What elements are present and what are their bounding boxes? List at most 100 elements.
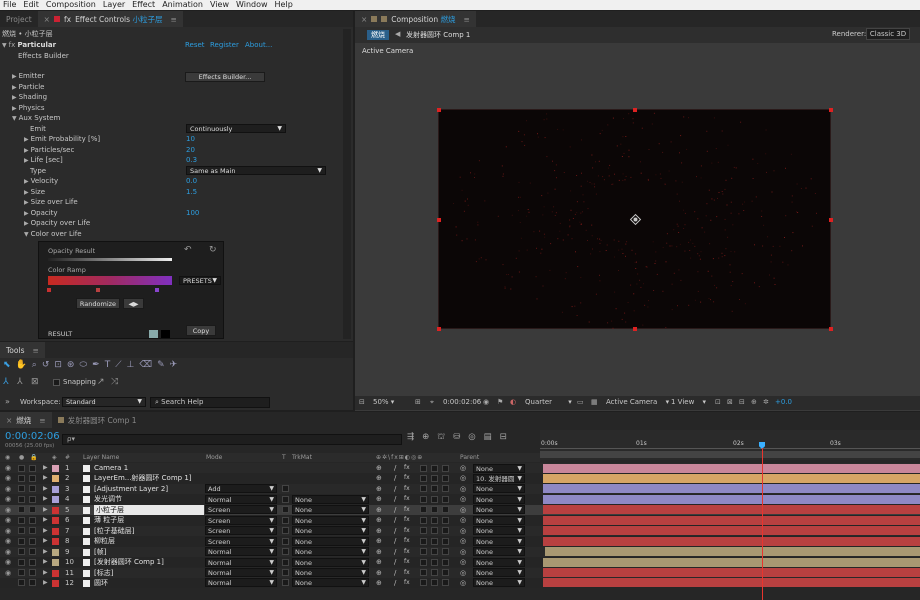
zoom-tool-icon[interactable]: ⌕ [32, 360, 37, 373]
effect-switch-icon[interactable]: fx [404, 484, 410, 494]
expand-triangle-icon[interactable]: ▶ [43, 547, 48, 557]
fast-preview-icon[interactable]: ⊠ [727, 396, 733, 409]
effect-switch-icon[interactable]: fx [404, 494, 410, 504]
mode-dropdown[interactable]: Add ▼ [205, 484, 277, 494]
emit-dropdown[interactable]: Continuously ▼ [186, 124, 286, 133]
visibility-eye-icon[interactable]: ◉ [5, 494, 11, 504]
layer-duration-bar[interactable] [543, 536, 920, 546]
snapshot-icon[interactable]: ◉ [483, 396, 489, 409]
label-color-swatch[interactable] [52, 548, 59, 556]
lock-checkbox[interactable] [29, 506, 36, 514]
effect-switch-icon[interactable]: fx [404, 515, 410, 525]
layer-name[interactable]: 小粒子层 [94, 504, 204, 515]
switch-checkbox[interactable] [431, 569, 438, 576]
layer-duration-bar[interactable] [543, 557, 920, 567]
comp-flowchart-icon[interactable]: ⇶ [407, 432, 414, 443]
camera-tool-icon[interactable]: ⊡ [54, 360, 62, 373]
solo-checkbox[interactable] [18, 495, 25, 503]
switch-checkbox[interactable] [420, 569, 427, 576]
switch-checkbox[interactable] [420, 537, 427, 545]
visibility-eye-icon[interactable]: ◉ [5, 463, 11, 473]
lock-switch-icon[interactable]: 🔒 [30, 453, 37, 462]
always-preview-icon[interactable]: ⊟ [359, 396, 365, 409]
group-aux-system[interactable]: ▼ Aux System [12, 113, 60, 123]
time-ruler[interactable]: 0:00s 01s 02s 03s [540, 430, 920, 460]
effect-switch-icon[interactable]: fx [404, 536, 410, 546]
type-dropdown[interactable]: Same as Main ▼ [186, 166, 326, 175]
parent-dropdown[interactable]: None ▼ [473, 568, 525, 577]
parent-dropdown[interactable]: 10. 发射器圆 ▼ [473, 473, 525, 483]
solo-checkbox[interactable] [18, 485, 25, 493]
pick-whip-icon[interactable]: ◎ [460, 484, 466, 494]
toggle-pixel-aspect-icon[interactable]: ⊡ [715, 396, 721, 409]
work-area-bar[interactable] [540, 451, 920, 458]
preserve-transparency-checkbox[interactable] [282, 516, 289, 524]
pick-whip-icon[interactable]: ◎ [460, 547, 466, 557]
trkmat-dropdown[interactable]: None ▼ [292, 568, 369, 577]
close-icon[interactable]: × [44, 15, 50, 24]
undo-icon[interactable]: ↶ [184, 245, 192, 255]
shy-switch-icon[interactable]: ⊕ [376, 484, 382, 494]
effect-switch-icon[interactable]: fx [404, 547, 410, 557]
handle[interactable] [829, 327, 833, 331]
expand-triangle-icon[interactable]: ▶ [43, 505, 48, 515]
handle[interactable] [437, 218, 441, 222]
view-dropdown[interactable]: Active Camera ▾ [606, 396, 669, 409]
renderer-button[interactable]: Classic 3D [866, 28, 910, 40]
visibility-eye-icon[interactable]: ◉ [5, 473, 11, 483]
size-row[interactable]: ▶ Size [24, 187, 45, 197]
layer-row[interactable]: ◉ ▶ 9 [帧] Normal ▼ None ▼ ⊕ / fx ◎ None ▼ [0, 546, 920, 557]
layer-duration-bar[interactable] [543, 526, 920, 536]
layer-name[interactable]: 薄 粒子层 [94, 515, 124, 525]
layer-name[interactable]: Camera 1 [94, 463, 128, 473]
parent-dropdown[interactable]: None ▼ [473, 515, 525, 525]
workspace-dropdown[interactable]: Standard ▼ [62, 397, 146, 407]
mode-dropdown[interactable]: Screen ▼ [205, 505, 277, 515]
lock-checkbox[interactable] [29, 474, 36, 482]
safe-zones-icon[interactable]: ⊞ [415, 396, 421, 409]
shy-switch-icon[interactable]: ⊕ [376, 578, 382, 588]
mode-dropdown[interactable]: Screen ▼ [205, 515, 277, 525]
color-ramp-gradient[interactable] [48, 276, 172, 285]
mode-dropdown[interactable]: Normal ▼ [205, 494, 277, 504]
col-parent[interactable]: Parent [460, 453, 479, 462]
pick-whip-icon[interactable]: ◎ [460, 568, 466, 578]
group-shading[interactable]: ▶ Shading [12, 92, 47, 102]
roto-brush-tool-icon[interactable]: ✎ [157, 360, 165, 373]
timeline-search-input[interactable]: ρ▾ [62, 434, 402, 445]
trkmat-dropdown[interactable]: None ▼ [292, 536, 369, 546]
lock-checkbox[interactable] [29, 485, 36, 493]
quality-switch-icon[interactable]: / [394, 484, 396, 494]
pick-whip-icon[interactable]: ◎ [460, 557, 466, 567]
quality-switch-icon[interactable]: / [394, 463, 396, 473]
shy-switch-icon[interactable]: ⊕ [376, 526, 382, 536]
opacity-row[interactable]: ▶ Opacity [24, 208, 58, 218]
region-of-interest-icon[interactable]: ▭ [577, 396, 584, 409]
resolution-dropdown[interactable]: Quarter ▾ [525, 396, 572, 409]
effect-switch-icon[interactable]: fx [404, 526, 410, 536]
effect-switch-icon[interactable]: fx [404, 557, 410, 567]
size-over-life-row[interactable]: ▶ Size over Life [24, 197, 78, 207]
shy-switch-icon[interactable]: ⊕ [376, 505, 382, 515]
layer-row[interactable]: ◉ ▶ 5 小粒子层 Screen ▼ None ▼ ⊕ / fx ◎ None ▼ [0, 504, 920, 516]
current-time-indicator[interactable] [762, 448, 763, 600]
label-color-swatch[interactable] [52, 538, 59, 546]
snap-feather-icon[interactable]: ⤨ [111, 377, 118, 387]
expand-triangle-icon[interactable]: ▶ [43, 484, 48, 494]
switch-checkbox[interactable] [442, 579, 449, 587]
quality-switch-icon[interactable]: / [394, 505, 396, 515]
switch-checkbox[interactable] [431, 464, 438, 472]
solo-checkbox[interactable] [18, 474, 25, 482]
switch-checkbox[interactable] [420, 464, 427, 472]
layer-name[interactable]: [发射器圆环 Comp 1] [94, 557, 164, 567]
shy-switch-icon[interactable]: ⊕ [376, 568, 382, 578]
av-switch-icon[interactable]: ◉ [5, 453, 10, 462]
menu-animation[interactable]: Animation [159, 0, 207, 10]
quality-switch-icon[interactable]: / [394, 515, 396, 525]
exposure-reset-icon[interactable]: ✲ [763, 396, 769, 409]
effect-switch-icon[interactable]: fx [404, 473, 410, 483]
layer-name[interactable]: 柳粒层 [94, 536, 115, 546]
switch-checkbox[interactable] [442, 516, 449, 524]
show-snapshot-icon[interactable]: ⚑ [497, 396, 503, 409]
preserve-transparency-checkbox[interactable] [282, 537, 289, 545]
